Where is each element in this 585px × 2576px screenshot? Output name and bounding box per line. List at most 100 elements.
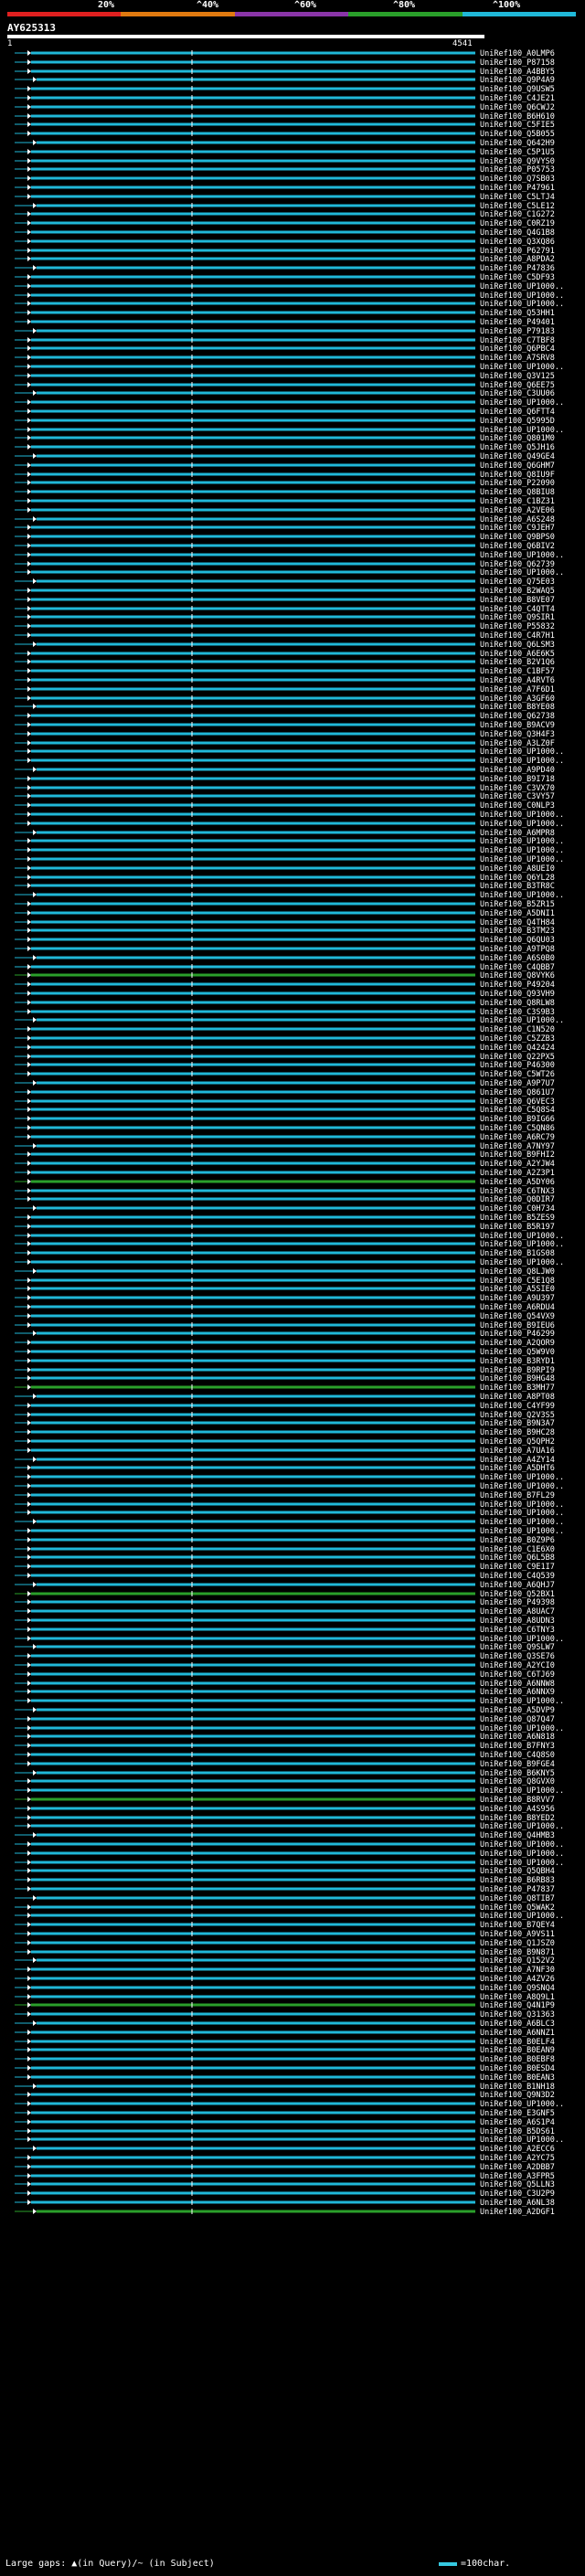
hit-label[interactable]: UniRef100_B2WAQ5 — [480, 587, 555, 596]
hit-row[interactable]: UniRef100_UP1000.. — [15, 1016, 564, 1025]
hit-row[interactable]: UniRef100_A8PDA2 — [15, 255, 555, 264]
hit-row[interactable]: UniRef100_A8Q9L1 — [15, 1993, 555, 2002]
hit-row[interactable]: UniRef100_UP1000.. — [15, 1697, 564, 1706]
hit-row[interactable]: UniRef100_B0EAN9 — [15, 2046, 555, 2055]
hit-row[interactable]: UniRef100_Q6VEC3 — [15, 1097, 555, 1107]
hit-row[interactable]: UniRef100_UP1000.. — [15, 1850, 564, 1859]
hit-label[interactable]: UniRef100_Q5W9V0 — [480, 1348, 555, 1357]
hit-label[interactable]: UniRef100_Q8TIB7 — [480, 1894, 555, 1903]
hit-row[interactable]: UniRef100_B9FHI2 — [15, 1150, 555, 1160]
hit-label[interactable]: UniRef100_A8UAC7 — [480, 1607, 555, 1617]
hit-label[interactable]: UniRef100_P46299 — [480, 1330, 555, 1339]
hit-label[interactable]: UniRef100_B5ZES9 — [480, 1214, 555, 1223]
hit-label[interactable]: UniRef100_A8PDA2 — [480, 255, 555, 264]
hit-label[interactable]: UniRef100_C4YF99 — [480, 1402, 555, 1411]
hit-label[interactable]: UniRef100_Q6FTT4 — [480, 408, 555, 417]
hit-label[interactable]: UniRef100_C6TJ69 — [480, 1670, 555, 1680]
hit-label[interactable]: UniRef100_Q42424 — [480, 1044, 555, 1053]
hit-label[interactable]: UniRef100_A8PT08 — [480, 1393, 555, 1402]
hit-label[interactable]: UniRef100_UP1000.. — [480, 568, 564, 578]
hit-row[interactable]: UniRef100_C6TJ69 — [15, 1670, 555, 1680]
hit-row[interactable]: UniRef100_A7NF30 — [15, 1966, 555, 1975]
hit-label[interactable]: UniRef100_UP1000.. — [480, 1016, 564, 1025]
hit-row[interactable]: UniRef100_Q52BX1 — [15, 1590, 555, 1599]
hit-label[interactable]: UniRef100_P49401 — [480, 318, 555, 327]
hit-row[interactable]: UniRef100_B0ESD4 — [15, 2064, 555, 2073]
hit-label[interactable]: UniRef100_B9ACV9 — [480, 721, 555, 730]
hit-label[interactable]: UniRef100_A6S1P4 — [480, 2118, 555, 2127]
hit-label[interactable]: UniRef100_A9PD40 — [480, 766, 555, 775]
hit-label[interactable]: UniRef100_A2YC75 — [480, 2154, 555, 2163]
hit-row[interactable]: UniRef100_Q5995D — [15, 417, 555, 426]
hit-label[interactable]: UniRef100_Q8GVX0 — [480, 1777, 555, 1786]
hit-label[interactable]: UniRef100_B9FGE4 — [480, 1760, 555, 1769]
hit-label[interactable]: UniRef100_P79183 — [480, 327, 555, 336]
hit-row[interactable]: UniRef100_P79183 — [15, 327, 555, 336]
hit-label[interactable]: UniRef100_A6N818 — [480, 1733, 555, 1742]
hit-row[interactable]: UniRef100_Q8TIB7 — [15, 1894, 555, 1903]
hit-row[interactable]: UniRef100_B9I718 — [15, 775, 555, 784]
hit-row[interactable]: UniRef100_Q7SB03 — [15, 175, 555, 184]
hit-label[interactable]: UniRef100_A0LMP6 — [480, 49, 555, 58]
hit-label[interactable]: UniRef100_UP1000.. — [480, 1912, 564, 1921]
hit-label[interactable]: UniRef100_Q6BIV2 — [480, 542, 555, 551]
hit-row[interactable]: UniRef100_C0H734 — [15, 1204, 555, 1214]
hit-label[interactable]: UniRef100_A9TPQ8 — [480, 945, 555, 954]
hit-label[interactable]: UniRef100_Q6LSM3 — [480, 641, 555, 650]
hit-row[interactable]: UniRef100_Q87Q47 — [15, 1715, 555, 1724]
hit-row[interactable]: UniRef100_Q3SE76 — [15, 1652, 555, 1661]
hit-row[interactable]: UniRef100_B7QEY4 — [15, 1921, 555, 1930]
hit-label[interactable]: UniRef100_Q4HMB3 — [480, 1831, 555, 1840]
hit-row[interactable]: UniRef100_Q4N1P9 — [15, 2001, 555, 2010]
hit-row[interactable]: UniRef100_A6NNX9 — [15, 1688, 555, 1697]
hit-label[interactable]: UniRef100_Q3V125 — [480, 372, 555, 381]
hit-row[interactable]: UniRef100_C4Q8S0 — [15, 1751, 555, 1760]
hit-row[interactable]: UniRef100_UP1000.. — [15, 837, 564, 846]
hit-row[interactable]: UniRef100_Q5QBH4 — [15, 1867, 555, 1876]
hit-row[interactable]: UniRef100_C4R7H1 — [15, 631, 555, 641]
hit-label[interactable]: UniRef100_Q6L5B8 — [480, 1553, 555, 1563]
hit-row[interactable]: UniRef100_Q3XQ86 — [15, 238, 555, 247]
hit-label[interactable]: UniRef100_B9FHI2 — [480, 1150, 555, 1160]
hit-row[interactable]: UniRef100_C5WT26 — [15, 1070, 555, 1079]
hit-row[interactable]: UniRef100_B9RPI9 — [15, 1366, 555, 1375]
hit-label[interactable]: UniRef100_B1GS08 — [480, 1249, 555, 1258]
hit-row[interactable]: UniRef100_A4S956 — [15, 1805, 555, 1814]
hit-label[interactable]: UniRef100_UP1000.. — [480, 1840, 564, 1850]
hit-label[interactable]: UniRef100_C5DF93 — [480, 273, 555, 282]
hit-row[interactable]: UniRef100_B8YE08 — [15, 703, 555, 712]
hit-label[interactable]: UniRef100_Q152V2 — [480, 1956, 555, 1966]
hit-label[interactable]: UniRef100_UP1000.. — [480, 757, 564, 766]
hit-label[interactable]: UniRef100_Q7SB03 — [480, 175, 555, 184]
hit-label[interactable]: UniRef100_C5Q8S4 — [480, 1106, 555, 1115]
hit-label[interactable]: UniRef100_A5DVP9 — [480, 1706, 555, 1715]
hit-label[interactable]: UniRef100_P47836 — [480, 264, 555, 273]
hit-label[interactable]: UniRef100_C5P1U5 — [480, 148, 555, 157]
hit-label[interactable]: UniRef100_A5DY06 — [480, 1178, 555, 1187]
hit-label[interactable]: UniRef100_A4S956 — [480, 1805, 555, 1814]
hit-row[interactable]: UniRef100_Q5WAK2 — [15, 1903, 555, 1913]
hit-label[interactable]: UniRef100_P46300 — [480, 1061, 555, 1070]
hit-label[interactable]: UniRef100_A8UEI0 — [480, 864, 555, 874]
hit-row[interactable]: UniRef100_A8UEI0 — [15, 864, 555, 874]
hit-row[interactable]: UniRef100_Q2V3S5 — [15, 1411, 555, 1420]
hit-row[interactable]: UniRef100_C5LTJ4 — [15, 193, 555, 202]
hit-row[interactable]: UniRef100_Q6QU03 — [15, 936, 555, 945]
hit-label[interactable]: UniRef100_A2YJW4 — [480, 1160, 555, 1169]
hit-label[interactable]: UniRef100_B0ESD4 — [480, 2064, 555, 2073]
hit-row[interactable]: UniRef100_A2YJW4 — [15, 1160, 555, 1169]
hit-label[interactable]: UniRef100_UP1000.. — [480, 1482, 564, 1491]
hit-label[interactable]: UniRef100_Q8BIU8 — [480, 488, 555, 497]
hit-label[interactable]: UniRef100_UP1000.. — [480, 1786, 564, 1796]
hit-label[interactable]: UniRef100_A5DNI1 — [480, 909, 555, 918]
hit-label[interactable]: UniRef100_A8UDN3 — [480, 1617, 555, 1626]
hit-label[interactable]: UniRef100_Q0DIR7 — [480, 1195, 555, 1204]
hit-label[interactable]: UniRef100_C5LTJ4 — [480, 193, 555, 202]
hit-row[interactable]: UniRef100_B9N871 — [15, 1948, 555, 1957]
hit-row[interactable]: UniRef100_A9TPQ8 — [15, 945, 555, 954]
hit-label[interactable]: UniRef100_B7FL29 — [480, 1491, 555, 1500]
hit-label[interactable]: UniRef100_Q6GHM7 — [480, 461, 555, 471]
hit-label[interactable]: UniRef100_UP1000.. — [480, 846, 564, 855]
hit-label[interactable]: UniRef100_A7SRV8 — [480, 354, 555, 363]
hit-label[interactable]: UniRef100_Q5995D — [480, 417, 555, 426]
